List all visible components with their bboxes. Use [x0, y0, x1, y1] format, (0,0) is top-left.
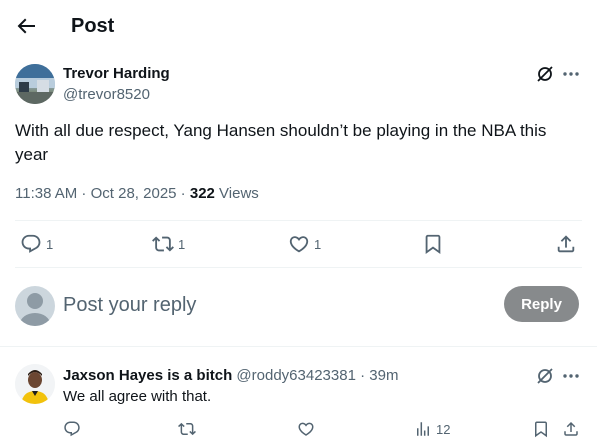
- share-icon: [562, 420, 580, 438]
- meta-separator: ·: [77, 185, 91, 202]
- reply-button[interactable]: Reply: [504, 286, 579, 322]
- comment-icon: [63, 420, 81, 438]
- repost-icon: [178, 420, 196, 438]
- divider: [0, 346, 597, 347]
- bookmark-action-button[interactable]: [422, 233, 444, 255]
- like-action-button[interactable]: 1: [288, 233, 321, 255]
- divider: [15, 267, 582, 268]
- heart-icon: [288, 233, 310, 255]
- divider: [15, 220, 582, 221]
- author-avatar[interactable]: [15, 64, 55, 104]
- repost-count: 1: [178, 236, 186, 252]
- share-icon: [555, 233, 577, 255]
- views-chart-icon: [414, 420, 432, 438]
- comment-icon: [20, 233, 42, 255]
- views-count: 322: [189, 185, 215, 202]
- post-date[interactable]: Oct 28, 2025: [91, 185, 177, 202]
- repost-icon: [152, 233, 174, 255]
- views-label: Views: [214, 185, 259, 202]
- reply-input[interactable]: [63, 290, 483, 320]
- reply-like-button[interactable]: [297, 420, 315, 438]
- reply-age[interactable]: 39m: [369, 367, 398, 384]
- reply-count: 1: [46, 236, 54, 252]
- reply-author-avatar[interactable]: [15, 364, 55, 404]
- page-title: Post: [71, 15, 115, 37]
- reply-comment-button[interactable]: [63, 420, 81, 438]
- post-text: With all due respect, Yang Hansen should…: [15, 121, 547, 164]
- more-horizontal-icon[interactable]: [561, 64, 581, 84]
- reply-repost-button[interactable]: [178, 420, 196, 438]
- back-arrow-icon[interactable]: [14, 14, 38, 38]
- reply-bookmark-button[interactable]: [532, 420, 550, 438]
- post-meta: 11:38 AM · Oct 28, 2025 · 322 Views: [15, 185, 259, 203]
- grok-icon[interactable]: [535, 366, 555, 386]
- reply-author-name[interactable]: Jaxson Hayes is a bitch: [63, 367, 232, 384]
- reply-views-count: 12: [436, 421, 451, 437]
- reply-text: We all agree with that.: [63, 388, 212, 405]
- meta-separator: ·: [176, 185, 190, 202]
- reply-views-button[interactable]: 12: [414, 420, 450, 438]
- share-action-button[interactable]: [555, 233, 577, 255]
- author-handle[interactable]: @trevor8520: [63, 86, 150, 104]
- heart-icon: [297, 420, 315, 438]
- author-name[interactable]: Trevor Harding: [63, 65, 170, 83]
- user-avatar[interactable]: [15, 286, 55, 326]
- like-count: 1: [314, 236, 322, 252]
- bookmark-icon: [532, 420, 550, 438]
- reply-share-button[interactable]: [562, 420, 580, 438]
- more-horizontal-icon[interactable]: [561, 366, 581, 386]
- repost-action-button[interactable]: 1: [152, 233, 185, 255]
- grok-icon[interactable]: [535, 64, 555, 84]
- meta-separator: ·: [355, 367, 370, 384]
- bookmark-icon: [422, 233, 444, 255]
- reply-author-line: Jaxson Hayes is a bitch @roddy63423381 ·…: [63, 367, 398, 385]
- reply-action-button[interactable]: 1: [20, 233, 53, 255]
- reply-author-handle[interactable]: @roddy63423381: [236, 367, 356, 384]
- post-time[interactable]: 11:38 AM: [15, 185, 77, 202]
